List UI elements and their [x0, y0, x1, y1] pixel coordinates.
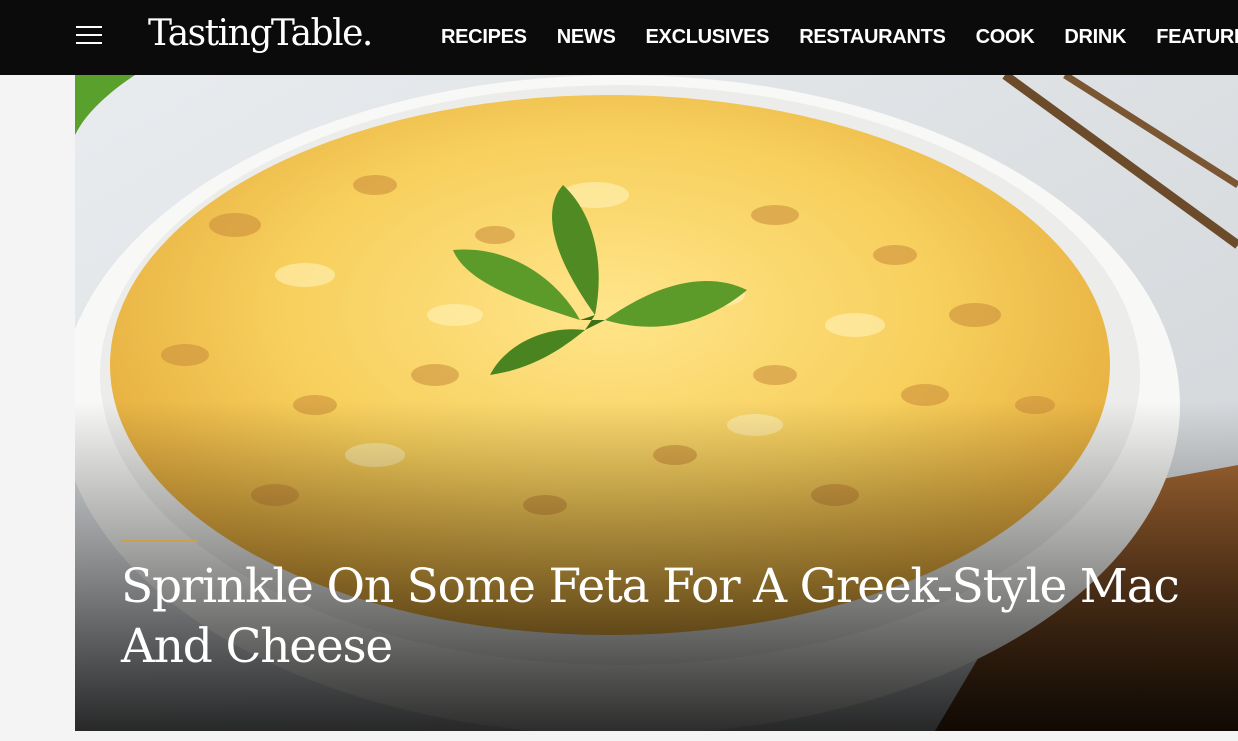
nav-item-exclusives[interactable]: EXCLUSIVES [646, 26, 770, 49]
hero-article[interactable]: Sprinkle On Some Feta For A Greek-Style … [75, 75, 1238, 731]
top-navigation-bar: TastingTable. RECIPES NEWS EXCLUSIVES RE… [0, 0, 1238, 75]
article-headline[interactable]: Sprinkle On Some Feta For A Greek-Style … [121, 557, 1181, 677]
nav-item-cook[interactable]: COOK [976, 26, 1035, 49]
nav-item-drink[interactable]: DRINK [1064, 26, 1126, 49]
site-logo[interactable]: TastingTable. [148, 12, 373, 56]
nav-item-restaurants[interactable]: RESTAURANTS [799, 26, 946, 49]
nav-item-news[interactable]: NEWS [557, 26, 616, 49]
menu-icon-line [76, 34, 102, 36]
headline-accent-line [121, 540, 197, 542]
nav-item-features[interactable]: FEATURES [1156, 26, 1238, 49]
menu-icon-line [76, 42, 102, 44]
nav-item-recipes[interactable]: RECIPES [441, 26, 527, 49]
menu-icon[interactable] [76, 26, 102, 44]
menu-icon-line [76, 26, 102, 28]
main-nav: RECIPES NEWS EXCLUSIVES RESTAURANTS COOK… [441, 0, 1238, 75]
